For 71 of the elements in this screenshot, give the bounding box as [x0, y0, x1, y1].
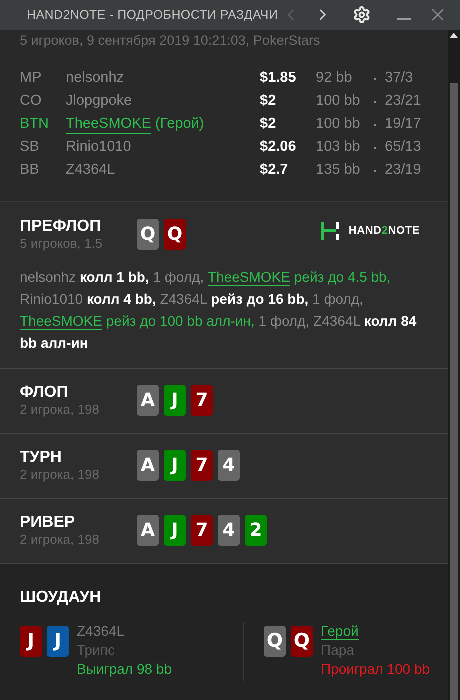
playing-card: 2 [245, 515, 267, 546]
position-label: BTN [20, 114, 50, 134]
street-title: ПРЕФЛОП [20, 217, 102, 236]
street-info: 2 игрока, 198 [20, 467, 100, 483]
playing-card: J [164, 450, 186, 481]
stack-bb: 100 bb [316, 92, 362, 111]
hand-rank: Трипс [77, 641, 116, 660]
playing-card: Q [291, 626, 313, 657]
street-title: РИВЕР [20, 513, 76, 532]
playing-card: A [137, 385, 159, 416]
hero-label: (Герой) [155, 114, 204, 134]
playing-card: A [137, 515, 159, 546]
stack-amount: $2 [260, 92, 278, 111]
playing-card: Q [137, 219, 159, 250]
street-info: 5 игроков, 1.5 [20, 236, 104, 252]
player-name: Z4364L [77, 623, 124, 639]
settings-icon [353, 6, 371, 24]
player-link[interactable]: Герой [321, 623, 359, 640]
hand-rank: Пара [321, 641, 356, 660]
player-link[interactable]: TheeSMOKE [20, 313, 102, 330]
stack-bb: 135 bb [316, 160, 362, 180]
playing-card: 7 [191, 515, 213, 546]
playing-card: J [20, 626, 42, 657]
player-link[interactable]: TheeSMOKE [208, 269, 290, 286]
player-stats: 65/13 [385, 138, 422, 157]
street-info: 2 игрока, 198 [20, 532, 100, 548]
playing-card: J [164, 385, 186, 416]
playing-card: Q [164, 219, 186, 250]
player-stats: 23/19 [385, 160, 422, 180]
stack-amount: $1.85 [260, 68, 298, 88]
hand-info: 5 игроков, 9 сентября 2019 10:21:03, PokerStars [20, 33, 322, 49]
player-stats: 37/3 [385, 68, 414, 88]
stack-amount: $2 [260, 114, 278, 134]
stack-bb: 100 bb [316, 114, 362, 134]
player-stats: 19/17 [385, 114, 422, 134]
scrollbar-thumb[interactable] [450, 83, 458, 700]
player-name: Jlopgpoke [66, 92, 132, 111]
street-info: 2 игрока, 198 [20, 402, 100, 418]
window-title: HAND2NOTE - ПОДРОБНОСТИ РАЗДАЧИ [27, 6, 278, 24]
showdown-title: ШОУДАУН [20, 588, 102, 608]
stack-amount: $2.06 [260, 138, 298, 157]
playing-card: Q [264, 626, 286, 657]
result-text: Выиграл 98 bb [77, 660, 172, 679]
street-title: ТУРН [20, 448, 63, 467]
position-label: SB [20, 138, 40, 157]
playing-card: A [137, 450, 159, 481]
stack-bb: 103 bb [316, 138, 362, 157]
playing-card: J [47, 626, 69, 657]
logo-icon [320, 220, 340, 242]
player-name: Z4364L [66, 160, 116, 180]
position-label: BB [20, 160, 40, 180]
playing-card: 4 [218, 450, 240, 481]
stack-bb: 92 bb [316, 68, 354, 88]
scrollbar[interactable] [448, 30, 460, 700]
stack-amount: $2.7 [260, 160, 290, 180]
position-label: MP [20, 68, 43, 88]
player-name: Rinio1010 [66, 138, 132, 157]
position-label: CO [20, 92, 43, 111]
logo-text: HAND2NOTE [348, 224, 420, 239]
player-name: nelsonhz [66, 68, 124, 88]
action-log: nelsonhz колл 1 bb, 1 фолд, TheeSMOKE рейз до 4.5 bb, Rinio1010 колл 4 bb, Z4364L рейз до 16 bb, 1 фолд, TheeSMOKE рейз до 100 bb алл-ин, 1 фолд, Z4364L колл 84 bb алл-ин [20, 268, 418, 353]
playing-card: J [164, 515, 186, 546]
playing-card: 4 [218, 515, 240, 546]
street-title: ФЛОП [20, 383, 70, 402]
scroll-up-icon[interactable] [450, 33, 458, 38]
minimize-icon [397, 18, 411, 20]
playing-card: 7 [191, 450, 213, 481]
result-text: Проиграл 100 bb [321, 660, 430, 679]
playing-card: 7 [191, 385, 213, 416]
player-link[interactable]: TheeSMOKE [66, 116, 152, 134]
player-stats: 23/21 [385, 92, 422, 111]
